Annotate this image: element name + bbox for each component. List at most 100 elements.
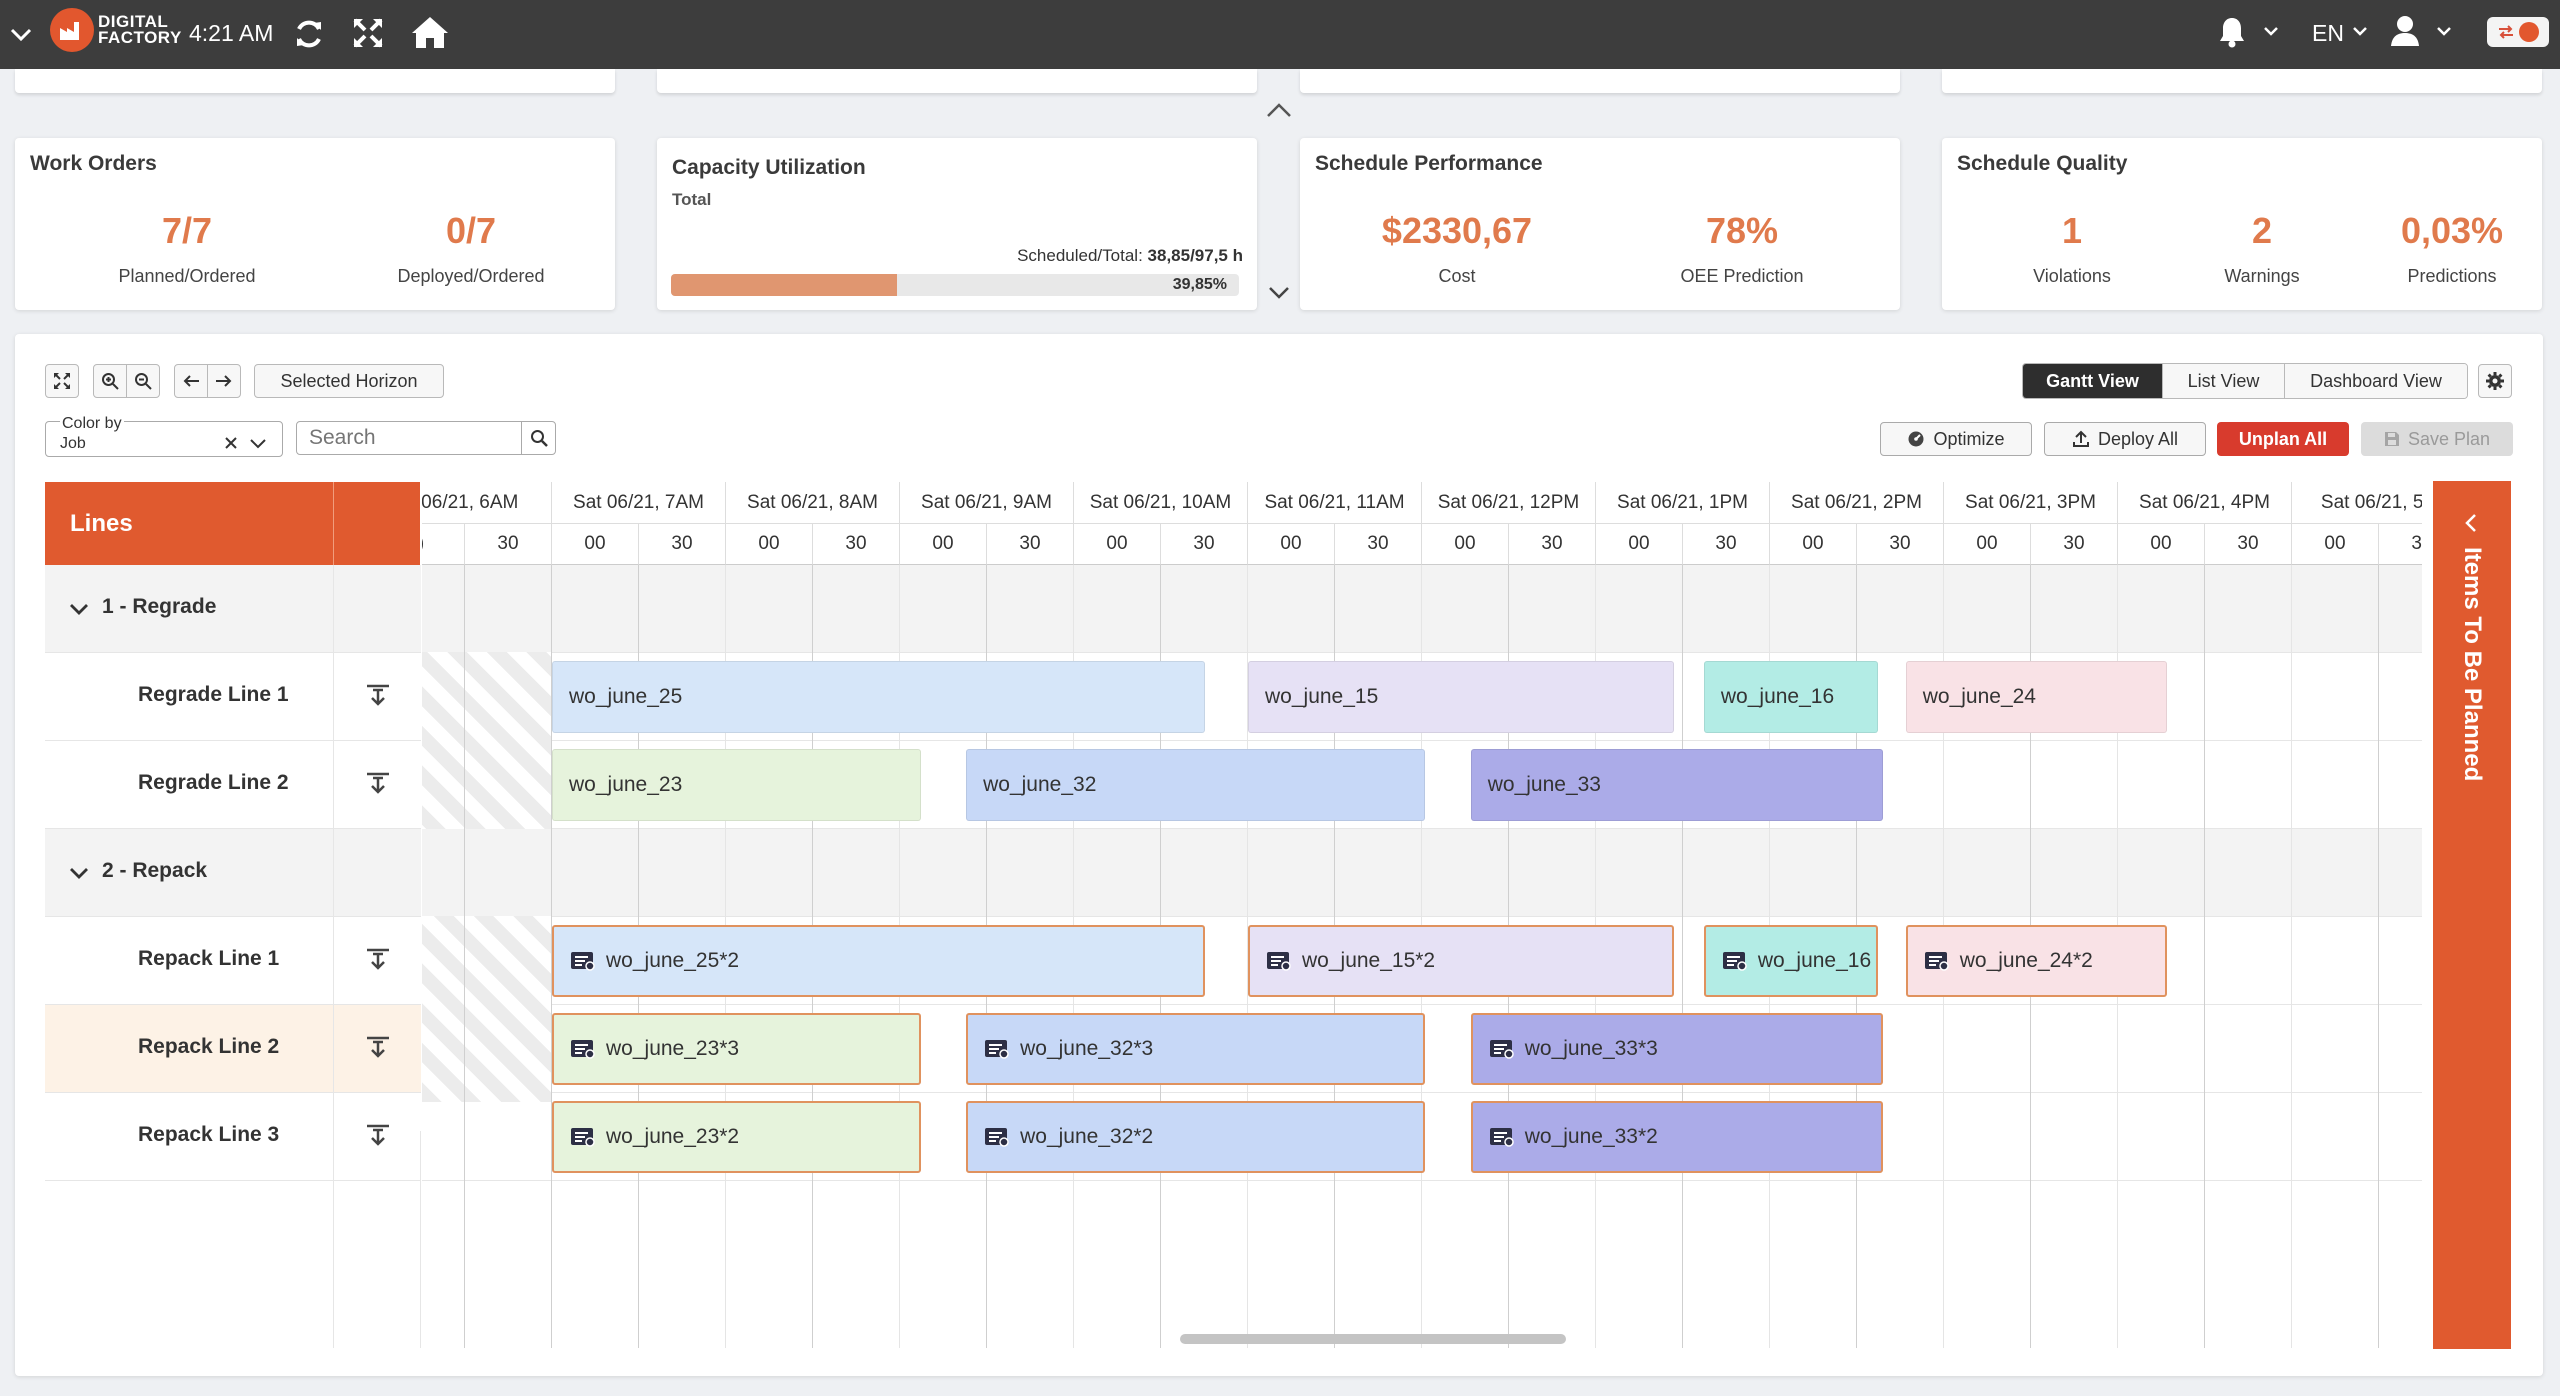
kpi-warnings: 2 Warnings	[2182, 210, 2342, 287]
work-order-bar[interactable]: wo_june_24	[1905, 661, 2167, 733]
work-order-label: wo_june_23	[569, 773, 683, 796]
language-chevron-icon[interactable]	[2352, 26, 2368, 36]
scroll-forward-button[interactable]	[207, 364, 241, 398]
tab-gantt-view[interactable]: Gantt View	[2023, 364, 2163, 398]
card-title: Schedule Quality	[1957, 152, 2128, 175]
minute-header: 00	[2118, 524, 2205, 565]
fit-screen-button[interactable]	[45, 364, 79, 398]
work-order-bar[interactable]: wo_june_32*3	[966, 1013, 1426, 1085]
work-order-bar[interactable]: wo_june_23*2	[552, 1101, 921, 1173]
minute-header: 30	[639, 524, 726, 565]
kpi-value: 1	[2061, 210, 2083, 251]
refresh-icon[interactable]	[292, 17, 326, 51]
search-button[interactable]	[521, 422, 555, 454]
line-row[interactable]: Regrade Line 1	[45, 653, 421, 741]
search-input[interactable]	[297, 422, 523, 454]
minute-header: 00	[1944, 524, 2031, 565]
tab-list-view[interactable]: List View	[2163, 364, 2285, 398]
swap-icon	[2499, 25, 2513, 39]
clear-icon[interactable]	[224, 436, 238, 450]
work-order-label: wo_june_32*3	[1020, 1037, 1154, 1060]
user-icon[interactable]	[2390, 15, 2420, 47]
work-order-bar[interactable]: wo_june_16	[1703, 925, 1878, 997]
unplan-line-icon[interactable]	[365, 684, 391, 710]
unplan-all-button[interactable]: Unplan All	[2217, 422, 2349, 456]
home-icon[interactable]	[409, 14, 451, 50]
arrow-left-icon	[183, 375, 199, 387]
work-order-bar[interactable]: wo_june_33*3	[1470, 1013, 1884, 1085]
work-order-icon	[571, 952, 595, 971]
tab-dashboard-view[interactable]: Dashboard View	[2285, 364, 2467, 398]
work-order-label: wo_june_33*3	[1524, 1037, 1658, 1060]
work-order-bar[interactable]: wo_june_23*3	[552, 1013, 921, 1085]
line-row[interactable]: Repack Line 1	[45, 917, 421, 1005]
kpi-deployed-ordered: 0/7 Deployed/Ordered	[356, 210, 586, 287]
hour-header: Sat 06/21, 4PM	[2118, 482, 2292, 524]
minute-header: 30	[2205, 524, 2292, 565]
work-order-bar[interactable]: wo_june_33	[1470, 749, 1884, 821]
work-order-bar[interactable]: wo_june_16	[1703, 661, 1878, 733]
unplan-line-icon[interactable]	[365, 1036, 391, 1062]
items-to-be-planned-tab[interactable]: Items To Be Planned	[2433, 481, 2511, 1349]
language-selector[interactable]: EN	[2312, 20, 2344, 47]
zoom-out-icon	[135, 373, 152, 390]
minute-header: 30	[1509, 524, 1596, 565]
expand-chevron-down-icon[interactable]	[1268, 286, 1290, 305]
minute-header: )	[422, 524, 465, 565]
horizontal-scrollbar[interactable]	[1180, 1334, 1566, 1344]
work-order-bar[interactable]: wo_june_33*2	[1470, 1101, 1884, 1173]
zoom-out-button[interactable]	[126, 364, 160, 398]
kpi-predictions: 0,03% Predictions	[2372, 210, 2532, 287]
schedule-performance-card: Schedule Performance $2330,67 Cost 78% O…	[1300, 138, 1900, 310]
chevron-left-icon	[2465, 514, 2476, 532]
hour-header: Sat 06/21, 9AM	[900, 482, 1074, 524]
user-chevron-icon[interactable]	[2436, 26, 2452, 36]
unplan-line-icon[interactable]	[365, 948, 391, 974]
work-order-bar[interactable]: wo_june_25	[552, 661, 1205, 733]
bell-icon[interactable]	[2218, 16, 2246, 48]
collapsed-card-stub	[1300, 69, 1900, 93]
work-order-bar[interactable]: wo_june_32*2	[966, 1101, 1426, 1173]
unplan-line-icon[interactable]	[365, 772, 391, 798]
settings-button[interactable]	[2478, 364, 2512, 398]
collapse-chevron-icon[interactable]	[69, 603, 89, 615]
card-title: Schedule Performance	[1315, 152, 1543, 175]
work-order-bar[interactable]: wo_june_15	[1248, 661, 1675, 733]
work-order-bar[interactable]: wo_june_24*2	[1905, 925, 2167, 997]
minute-header: 30	[1335, 524, 1422, 565]
line-row[interactable]: Regrade Line 2	[45, 741, 421, 829]
deploy-all-button[interactable]: Deploy All	[2044, 422, 2206, 456]
scroll-back-button[interactable]	[174, 364, 208, 398]
notifications-chevron-icon[interactable]	[2263, 26, 2279, 36]
plant-switch-button[interactable]	[2487, 17, 2549, 47]
line-group-row[interactable]: 2 - Repack	[45, 829, 421, 917]
arrow-right-icon	[216, 375, 232, 387]
card-title: Work Orders	[30, 152, 157, 175]
collapse-chevron-icon[interactable]	[69, 867, 89, 879]
zoom-in-button[interactable]	[93, 364, 127, 398]
expand-icon[interactable]	[352, 17, 384, 49]
line-group-row[interactable]: 1 - Regrade	[45, 565, 421, 653]
selected-horizon-button[interactable]: Selected Horizon	[254, 364, 444, 398]
chevron-down-icon[interactable]	[249, 438, 267, 449]
factory-icon	[50, 8, 94, 52]
work-order-bar[interactable]: wo_june_15*2	[1248, 925, 1675, 997]
menu-chevron-icon[interactable]	[6, 20, 36, 50]
collapse-chevron-up-icon[interactable]	[1266, 102, 1292, 123]
optimize-button[interactable]: Optimize	[1880, 422, 2032, 456]
minute-header: 00	[1770, 524, 1857, 565]
save-plan-button[interactable]: Save Plan	[2361, 422, 2513, 456]
work-order-bar[interactable]: wo_june_32	[966, 749, 1426, 821]
line-row[interactable]: Repack Line 2	[45, 1005, 421, 1093]
color-by-select[interactable]: Color by Job	[45, 415, 283, 457]
work-order-bar[interactable]: wo_june_23	[552, 749, 921, 821]
kpi-label: Deployed/Ordered	[397, 266, 545, 286]
work-order-bar[interactable]: wo_june_25*2	[552, 925, 1205, 997]
lines-column-header: Lines	[45, 482, 421, 565]
work-orders-card: Work Orders 7/7 Planned/Ordered 0/7 Depl…	[15, 138, 615, 310]
gantt-timeline[interactable]: : 06/21, 6AMSat 06/21, 7AMSat 06/21, 8AM…	[422, 482, 2422, 1348]
lines-header-title: Lines	[70, 510, 133, 537]
hour-header: Sat 06/21, 5P	[2292, 482, 2422, 524]
brand-logo[interactable]: DIGITAL FACTORY	[50, 8, 182, 52]
kpi-value: 0,03%	[2400, 210, 2504, 251]
